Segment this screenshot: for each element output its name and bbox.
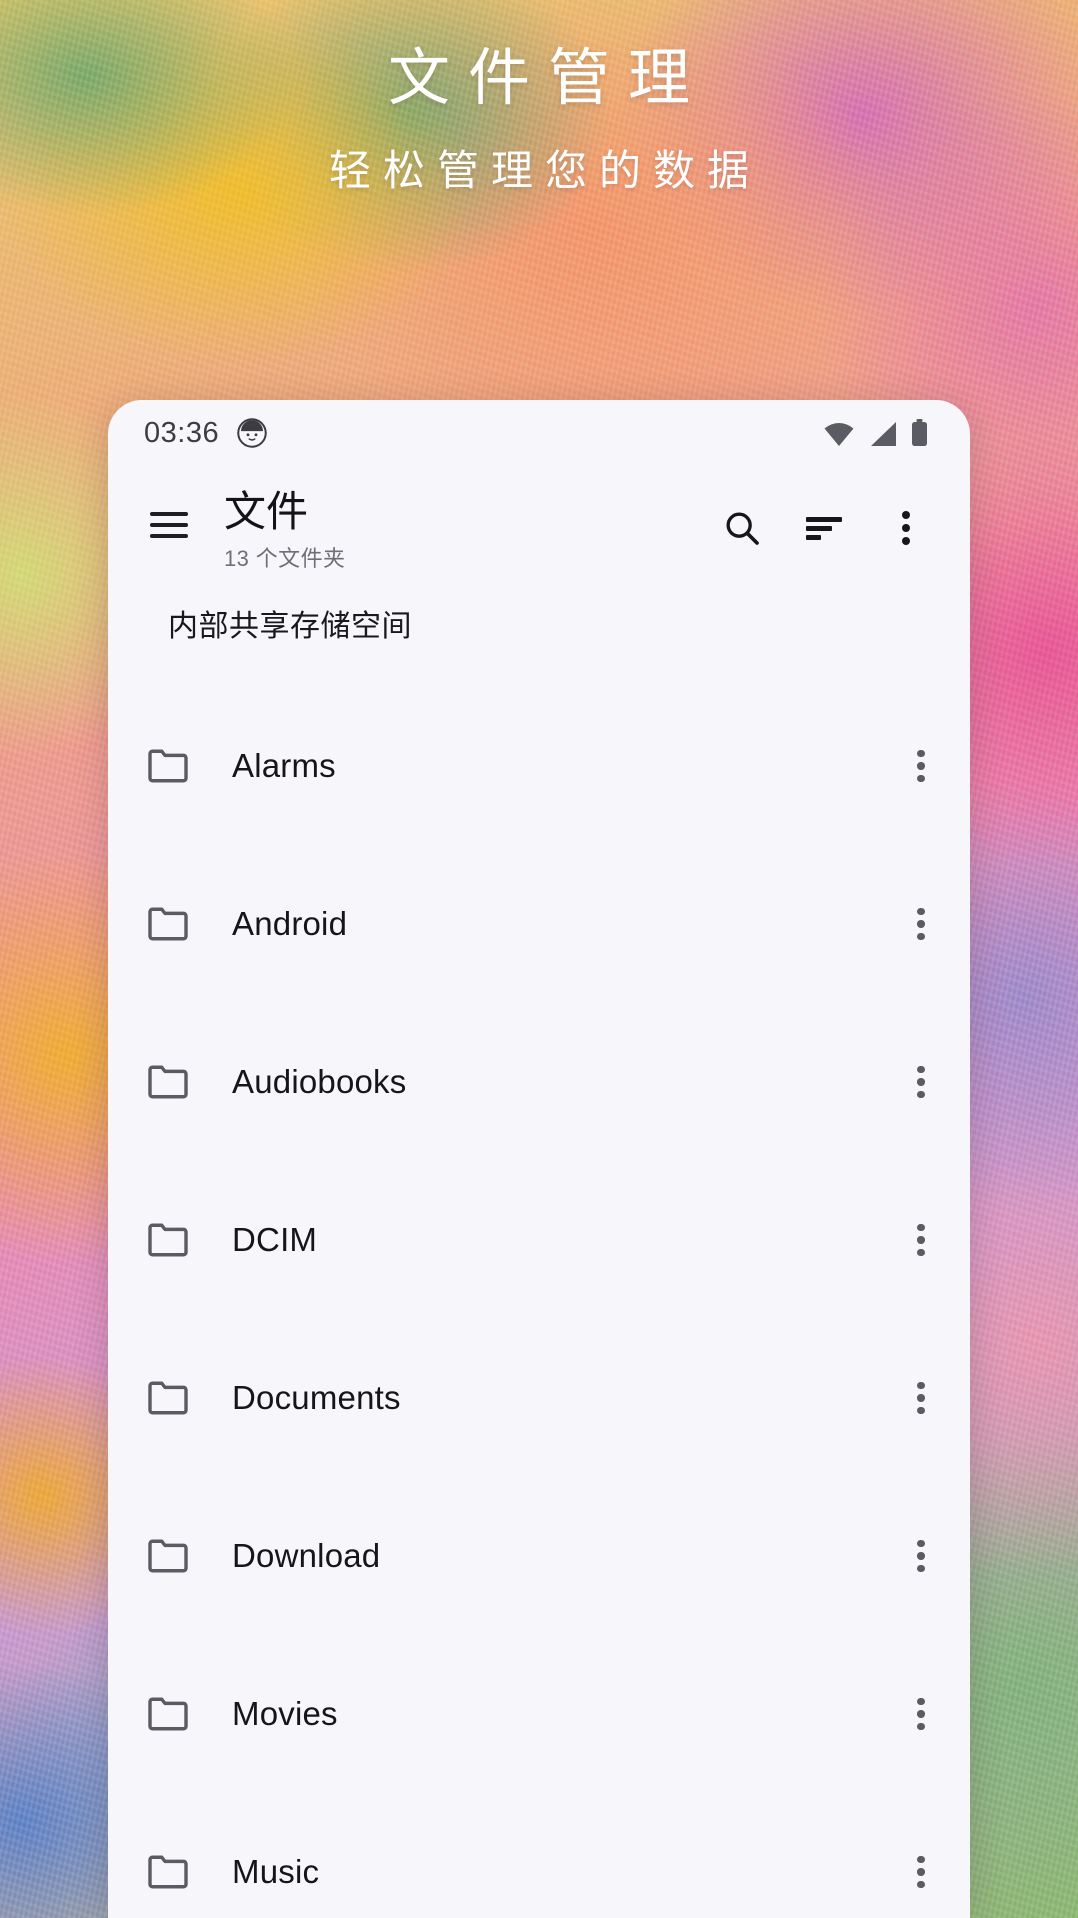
row-overflow-menu-icon[interactable]	[916, 1697, 926, 1731]
folder-icon	[146, 906, 190, 942]
wifi-icon	[823, 421, 855, 447]
folder-name: Music	[232, 1853, 320, 1891]
folder-name: Download	[232, 1537, 381, 1575]
folder-row[interactable]: Download	[108, 1477, 970, 1635]
folder-icon	[146, 1064, 190, 1100]
app-bar: 文件 13 个文件夹	[108, 466, 970, 573]
hero-title: 文件管理	[387, 41, 708, 114]
folder-count-label: 13 个文件夹	[224, 546, 346, 572]
overflow-menu-icon[interactable]	[878, 500, 934, 556]
folder-icon	[146, 1538, 190, 1574]
phone-screen-card: 03:36 文件 13 个文件夹 内部共享存储空间 Alarms Android…	[108, 400, 970, 1918]
folder-name: Movies	[232, 1695, 338, 1733]
folder-icon	[146, 1380, 190, 1416]
folder-row[interactable]: Alarms	[108, 687, 970, 845]
status-clock: 03:36	[144, 416, 220, 449]
folder-row[interactable]: Audiobooks	[108, 1003, 970, 1161]
folder-row[interactable]: Documents	[108, 1319, 970, 1477]
folder-row[interactable]: DCIM	[108, 1161, 970, 1319]
row-overflow-menu-icon[interactable]	[916, 749, 926, 783]
hero-subtitle: 轻松管理您的数据	[328, 146, 761, 196]
page-title: 文件	[224, 488, 309, 535]
folder-row[interactable]: Movies	[108, 1635, 970, 1793]
hero-banner: 文件管理 轻松管理您的数据	[0, 0, 1078, 300]
folder-row[interactable]: Music	[108, 1793, 970, 1918]
search-icon[interactable]	[714, 500, 770, 556]
cellular-signal-icon	[869, 421, 897, 447]
folder-name: DCIM	[232, 1221, 318, 1259]
row-overflow-menu-icon[interactable]	[916, 1539, 926, 1573]
folder-name: Documents	[232, 1379, 401, 1417]
row-overflow-menu-icon[interactable]	[916, 1381, 926, 1415]
folder-name: Audiobooks	[232, 1063, 407, 1101]
folder-name: Alarms	[232, 747, 336, 785]
sort-icon[interactable]	[796, 500, 852, 556]
status-bar-left: 03:36	[144, 417, 267, 450]
row-overflow-menu-icon[interactable]	[916, 907, 926, 941]
status-bar: 03:36	[108, 400, 970, 466]
row-overflow-menu-icon[interactable]	[916, 1855, 926, 1889]
folder-list: Alarms Android Audiobooks DCIM Documents Down…	[108, 687, 970, 1918]
battery-icon	[911, 419, 928, 447]
app-bar-title-block: 文件 13 个文件夹	[224, 488, 345, 573]
folder-icon	[146, 1854, 190, 1890]
face-avatar-icon	[237, 418, 267, 448]
folder-row[interactable]: Android	[108, 845, 970, 1003]
folder-name: Android	[232, 905, 348, 943]
hamburger-menu-icon[interactable]	[138, 494, 200, 556]
app-bar-actions	[714, 488, 934, 556]
status-bar-right	[823, 419, 928, 447]
folder-icon	[146, 748, 190, 784]
storage-location-label: 内部共享存储空间	[168, 610, 412, 644]
folder-icon	[146, 1696, 190, 1732]
row-overflow-menu-icon[interactable]	[916, 1223, 926, 1257]
row-overflow-menu-icon[interactable]	[916, 1065, 926, 1099]
folder-icon	[146, 1222, 190, 1258]
